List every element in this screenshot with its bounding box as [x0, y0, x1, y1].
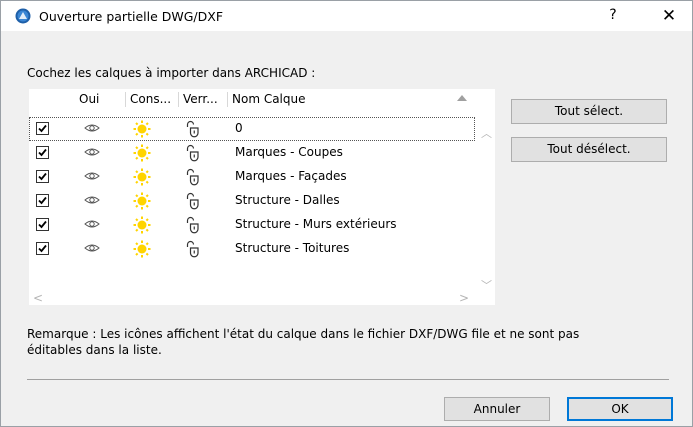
layer-name: 0: [235, 121, 243, 135]
unlock-icon: [186, 168, 199, 186]
instruction-label: Cochez les calques à importer dans ARCHI…: [27, 66, 316, 80]
layer-checkbox[interactable]: [36, 122, 49, 135]
remark-text: Remarque : Les icônes affichent l'état d…: [27, 326, 667, 358]
sun-icon: [133, 192, 151, 210]
list-header: Oui Cons... Verr... Nom Calque: [29, 89, 495, 109]
select-all-button[interactable]: Tout sélect.: [511, 99, 667, 124]
close-button[interactable]: ✕: [657, 6, 681, 26]
title-bar: Ouverture partielle DWG/DXF ? ✕: [1, 1, 692, 31]
remark-line-2: éditables dans la liste.: [27, 343, 162, 357]
layer-list[interactable]: Oui Cons... Verr... Nom Calque 0 Marques …: [29, 89, 495, 305]
separator: [27, 379, 669, 380]
deselect-all-button[interactable]: Tout désélect.: [511, 137, 667, 162]
layer-checkbox[interactable]: [36, 242, 49, 255]
window-title: Ouverture partielle DWG/DXF: [39, 9, 224, 24]
eye-icon: [84, 196, 100, 204]
sun-icon: [133, 120, 151, 138]
help-button[interactable]: ?: [603, 7, 623, 25]
layer-name: Marques - Coupes: [235, 145, 343, 159]
column-header-oui[interactable]: Oui: [75, 89, 123, 109]
layer-row[interactable]: Structure - Toitures: [29, 237, 475, 261]
remark-line-1: Remarque : Les icônes affichent l'état d…: [27, 327, 580, 341]
layer-row[interactable]: Structure - Murs extérieurs: [29, 213, 475, 237]
sort-ascending-icon: [457, 95, 467, 101]
layer-row[interactable]: Marques - Façades: [29, 165, 475, 189]
unlock-icon: [186, 216, 199, 234]
ok-button[interactable]: OK: [567, 397, 673, 421]
scroll-up-icon[interactable]: ︿: [481, 125, 492, 141]
layer-row[interactable]: 0: [29, 117, 475, 141]
sun-icon: [133, 144, 151, 162]
column-header-verr[interactable]: Verr...: [179, 89, 227, 109]
scroll-left-icon[interactable]: <: [33, 291, 43, 305]
layer-row[interactable]: Structure - Dalles: [29, 189, 475, 213]
layer-name: Structure - Dalles: [235, 193, 340, 207]
layer-row[interactable]: Marques - Coupes: [29, 141, 475, 165]
unlock-icon: [186, 144, 199, 162]
eye-icon: [84, 244, 100, 252]
column-header-cons[interactable]: Cons...: [126, 89, 178, 109]
layer-name: Structure - Murs extérieurs: [235, 217, 397, 231]
layer-name: Marques - Façades: [235, 169, 347, 183]
layer-checkbox[interactable]: [36, 146, 49, 159]
layer-checkbox[interactable]: [36, 170, 49, 183]
unlock-icon: [186, 240, 199, 258]
eye-icon: [84, 172, 100, 180]
cancel-button[interactable]: Annuler: [444, 397, 550, 421]
eye-icon: [84, 148, 100, 156]
unlock-icon: [186, 192, 199, 210]
eye-icon: [84, 124, 100, 132]
column-header-nom-calque[interactable]: Nom Calque: [228, 89, 448, 109]
layer-checkbox[interactable]: [36, 218, 49, 231]
eye-icon: [84, 220, 100, 228]
sun-icon: [133, 168, 151, 186]
archicad-app-icon: [15, 8, 31, 24]
scroll-down-icon[interactable]: ﹀: [481, 277, 492, 293]
dialog-window: Ouverture partielle DWG/DXF ? ✕ Cochez l…: [0, 0, 693, 427]
scroll-right-icon[interactable]: >: [459, 291, 469, 305]
layer-name: Structure - Toitures: [235, 241, 350, 255]
sun-icon: [133, 240, 151, 258]
unlock-icon: [186, 120, 199, 138]
layer-checkbox[interactable]: [36, 194, 49, 207]
sun-icon: [133, 216, 151, 234]
